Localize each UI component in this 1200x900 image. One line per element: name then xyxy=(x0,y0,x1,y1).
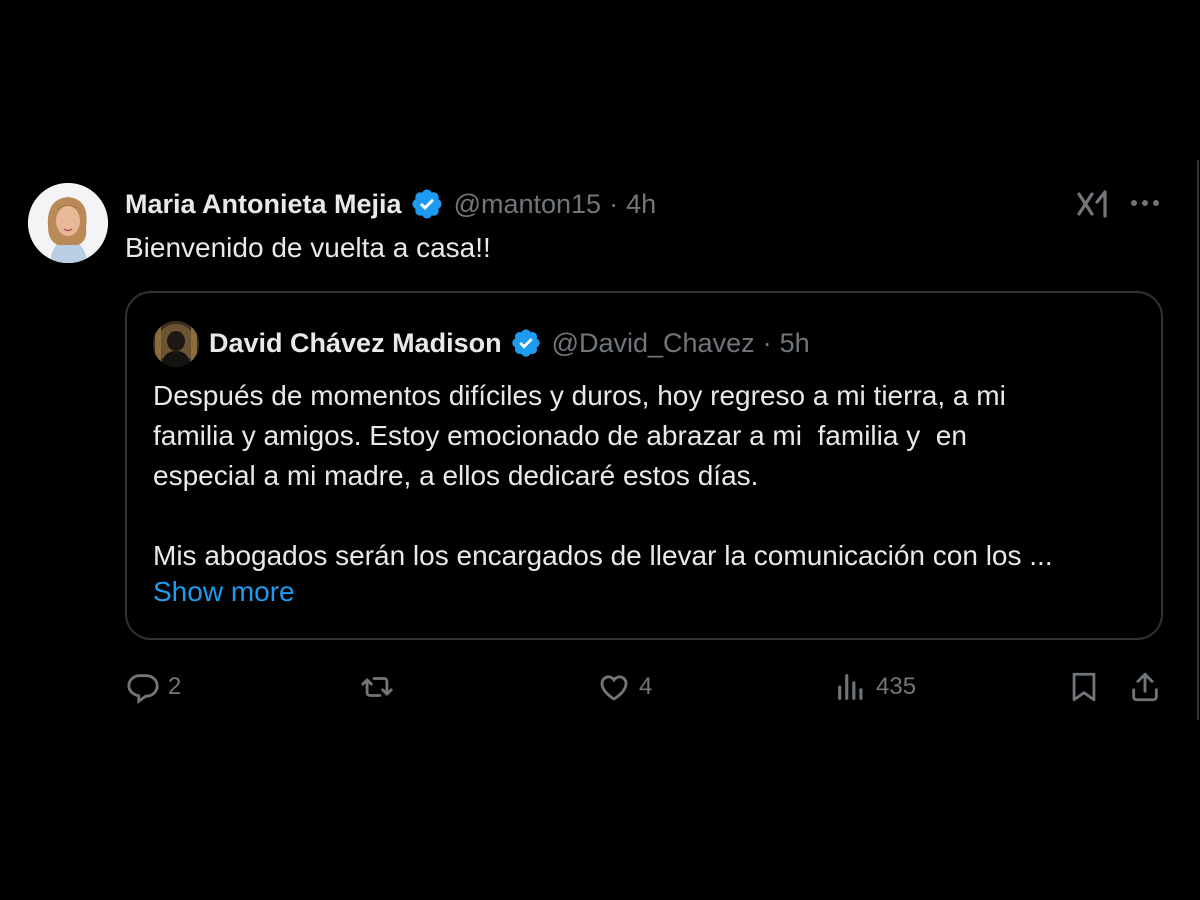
share-icon xyxy=(1132,672,1158,702)
quoted-text-line: Mis abogados serán los encargados de lle… xyxy=(153,540,1053,571)
tweet-header: Maria Antonieta Mejia @manton15 · 4h xyxy=(125,184,656,224)
tweet-actions: 2 4 435 xyxy=(0,665,1200,709)
reply-button[interactable]: 2 xyxy=(126,665,181,709)
verified-badge-icon[interactable] xyxy=(410,187,444,221)
avatar-portrait xyxy=(28,183,108,263)
reply-icon xyxy=(127,674,159,704)
share-button[interactable] xyxy=(1128,665,1162,709)
quoted-tweet[interactable]: David Chávez Madison @David_Chavez · 5h … xyxy=(125,291,1163,640)
bookmark-button[interactable] xyxy=(1067,665,1101,709)
bookmark-icon xyxy=(1072,672,1096,702)
views-icon xyxy=(838,674,863,700)
quoted-tweet-time[interactable]: 5h xyxy=(780,328,810,359)
author-avatar[interactable] xyxy=(28,183,108,263)
quoted-text-line: Después de momentos difíciles y duros, h… xyxy=(153,380,1006,411)
quoted-author-avatar[interactable] xyxy=(153,321,199,367)
show-more-link[interactable]: Show more xyxy=(153,576,295,608)
views-button[interactable]: 435 xyxy=(834,665,916,709)
grok-icon[interactable] xyxy=(1075,186,1111,222)
tweet-time[interactable]: 4h xyxy=(626,189,656,220)
author-name[interactable]: Maria Antonieta Mejia xyxy=(125,189,402,220)
views-count: 435 xyxy=(876,673,917,700)
quoted-text-line: especial a mi madre, a ellos dedicaré es… xyxy=(153,460,759,491)
reply-count: 2 xyxy=(168,673,182,700)
tweet-text: Bienvenido de vuelta a casa!! xyxy=(125,232,491,263)
repost-button[interactable] xyxy=(360,665,402,709)
quoted-author-handle[interactable]: @David_Chavez xyxy=(552,328,755,359)
separator-dot: · xyxy=(609,188,619,219)
like-count: 4 xyxy=(639,673,653,700)
quoted-tweet-text: Después de momentos difíciles y duros, h… xyxy=(153,376,1143,576)
repost-icon xyxy=(361,677,393,697)
quoted-avatar-portrait xyxy=(153,321,199,367)
quoted-tweet-header: David Chávez Madison @David_Chavez · 5h xyxy=(209,323,810,363)
tweet[interactable]: Maria Antonieta Mejia @manton15 · 4h Bie… xyxy=(0,0,1200,900)
more-icon[interactable] xyxy=(1129,190,1161,216)
quoted-text-line: familia y amigos. Estoy emocionado de ab… xyxy=(153,420,967,451)
verified-badge-icon[interactable] xyxy=(510,327,542,359)
like-button[interactable]: 4 xyxy=(597,665,652,709)
separator-dot: · xyxy=(762,327,772,358)
heart-icon xyxy=(600,675,628,701)
quoted-author-name[interactable]: David Chávez Madison xyxy=(209,328,502,359)
author-handle[interactable]: @manton15 xyxy=(454,189,602,220)
